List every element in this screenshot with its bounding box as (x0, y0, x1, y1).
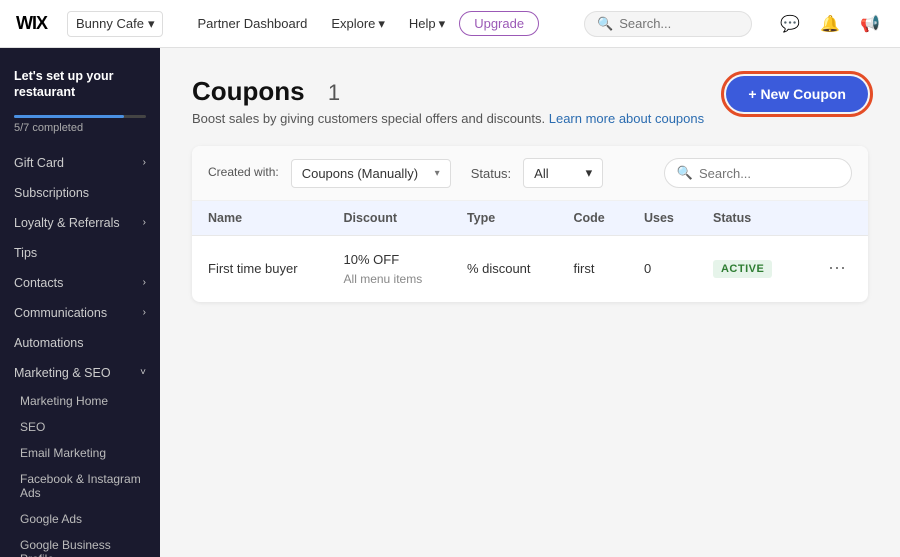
sidebar-item-email-marketing[interactable]: Email Marketing (0, 440, 160, 466)
row-more-actions-button[interactable]: ⋯ (822, 256, 852, 281)
col-actions (799, 201, 868, 236)
col-name: Name (192, 201, 328, 236)
sidebar-setup-title: Let's set up your restaurant (0, 56, 160, 109)
discount-main: 10% OFF (344, 250, 435, 270)
status-badge: ACTIVE (713, 260, 772, 278)
coupons-table-card: Created with: Coupons (Manually) ▾ Statu… (192, 146, 868, 302)
sidebar-item-contacts[interactable]: Contacts › (0, 268, 160, 298)
col-uses: Uses (628, 201, 697, 236)
upgrade-button[interactable]: Upgrade (459, 11, 539, 36)
sidebar-item-seo[interactable]: SEO (0, 414, 160, 440)
marketing-seo-chevron: ˅ (140, 367, 146, 378)
contacts-chevron: › (143, 277, 146, 288)
main-content: Coupons 1 Boost sales by giving customer… (160, 48, 900, 557)
sidebar-item-facebook-ads[interactable]: Facebook & Instagram Ads (0, 466, 160, 506)
table-body: First time buyer 10% OFF All menu items … (192, 236, 868, 302)
row-actions: ⋯ (815, 256, 852, 281)
site-name-dropdown[interactable]: Bunny Cafe ▾ (67, 11, 163, 37)
tips-label: Tips (14, 246, 37, 260)
nav-search-input[interactable] (619, 16, 739, 31)
created-with-label: Created with: (208, 165, 279, 181)
nav-links: Partner Dashboard Explore ▾ Help ▾ Upgra… (187, 10, 568, 38)
table-search-icon: 🔍 (677, 165, 693, 181)
learn-more-link[interactable]: Learn more about coupons (549, 111, 704, 126)
sidebar-item-communications[interactable]: Communications › (0, 298, 160, 328)
filters-bar: Created with: Coupons (Manually) ▾ Statu… (192, 146, 868, 201)
sidebar-item-marketing-home[interactable]: Marketing Home (0, 388, 160, 414)
row-actions-cell: ⋯ (799, 236, 868, 302)
site-name-label: Bunny Cafe (76, 16, 144, 31)
automations-label: Automations (14, 336, 83, 350)
nav-help[interactable]: Help ▾ (399, 10, 455, 38)
notifications-icon-button[interactable]: 🔔 (816, 10, 844, 38)
progress-text: 5/7 completed (0, 122, 160, 140)
row-discount: 10% OFF All menu items (328, 236, 451, 302)
row-type: % discount (451, 236, 558, 302)
col-code: Code (558, 201, 629, 236)
communications-chevron: › (143, 307, 146, 318)
explore-label: Explore (331, 16, 375, 31)
discount-sub: All menu items (344, 270, 435, 288)
contacts-label: Contacts (14, 276, 63, 290)
gift-card-chevron: › (143, 157, 146, 168)
coupon-count: 1 (328, 80, 340, 106)
status-caret: ▾ (586, 165, 593, 181)
new-coupon-button[interactable]: + New Coupon (726, 76, 868, 112)
help-chevron: ▾ (439, 16, 446, 32)
sidebar-item-gift-card[interactable]: Gift Card › (0, 148, 160, 178)
sidebar-item-marketing-seo[interactable]: Marketing & SEO ˅ (0, 358, 160, 388)
status-filter-label: Status: (471, 166, 511, 181)
row-status: ACTIVE (697, 236, 799, 302)
nav-icons: 💬 🔔 📢 (776, 10, 884, 38)
sidebar-item-google-ads[interactable]: Google Ads (0, 506, 160, 532)
nav-explore[interactable]: Explore ▾ (321, 10, 395, 38)
status-value: All (534, 166, 548, 181)
page-title-wrap: Coupons 1 Boost sales by giving customer… (192, 76, 704, 126)
search-icon: 🔍 (597, 16, 613, 32)
row-code: first (558, 236, 629, 302)
coupons-table: Name Discount Type Code Uses Status Firs… (192, 201, 868, 302)
top-nav: WIX Bunny Cafe ▾ Partner Dashboard Explo… (0, 0, 900, 48)
col-type: Type (451, 201, 558, 236)
table-search[interactable]: 🔍 (664, 158, 852, 188)
col-status: Status (697, 201, 799, 236)
loyalty-chevron: › (143, 217, 146, 228)
loyalty-label: Loyalty & Referrals (14, 216, 120, 230)
page-title: Coupons 1 (192, 76, 704, 107)
help-label: Help (409, 16, 436, 31)
table-header: Name Discount Type Code Uses Status (192, 201, 868, 236)
sidebar-item-automations[interactable]: Automations (0, 328, 160, 358)
created-with-value: Coupons (Manually) (302, 166, 418, 181)
site-name-chevron: ▾ (148, 16, 155, 32)
body-wrap: Let's set up your restaurant 5/7 complet… (0, 48, 900, 557)
status-select[interactable]: All ▾ (523, 158, 603, 188)
sidebar: Let's set up your restaurant 5/7 complet… (0, 48, 160, 557)
sidebar-item-google-business[interactable]: Google Business Profile (0, 532, 160, 557)
created-with-select[interactable]: Coupons (Manually) ▾ (291, 159, 451, 188)
nav-search[interactable]: 🔍 (584, 11, 752, 37)
page-subtitle: Boost sales by giving customers special … (192, 111, 704, 126)
marketing-seo-label: Marketing & SEO (14, 366, 111, 380)
row-uses: 0 (628, 236, 697, 302)
col-discount: Discount (328, 201, 451, 236)
progress-fill (14, 115, 124, 118)
progress-bar (14, 115, 146, 118)
wix-logo: WIX (16, 13, 47, 34)
sidebar-item-tips[interactable]: Tips (0, 238, 160, 268)
table-row: First time buyer 10% OFF All menu items … (192, 236, 868, 302)
chat-icon-button[interactable]: 💬 (776, 10, 804, 38)
created-with-caret: ▾ (435, 168, 440, 179)
table-search-input[interactable] (699, 166, 839, 181)
row-name: First time buyer (192, 236, 328, 302)
page-header: Coupons 1 Boost sales by giving customer… (192, 76, 868, 126)
announcements-icon-button[interactable]: 📢 (856, 10, 884, 38)
sidebar-item-loyalty[interactable]: Loyalty & Referrals › (0, 208, 160, 238)
sidebar-item-subscriptions[interactable]: Subscriptions (0, 178, 160, 208)
nav-partner-dashboard[interactable]: Partner Dashboard (187, 10, 317, 37)
gift-card-label: Gift Card (14, 156, 64, 170)
communications-label: Communications (14, 306, 107, 320)
explore-chevron: ▾ (378, 16, 385, 32)
subscriptions-label: Subscriptions (14, 186, 89, 200)
